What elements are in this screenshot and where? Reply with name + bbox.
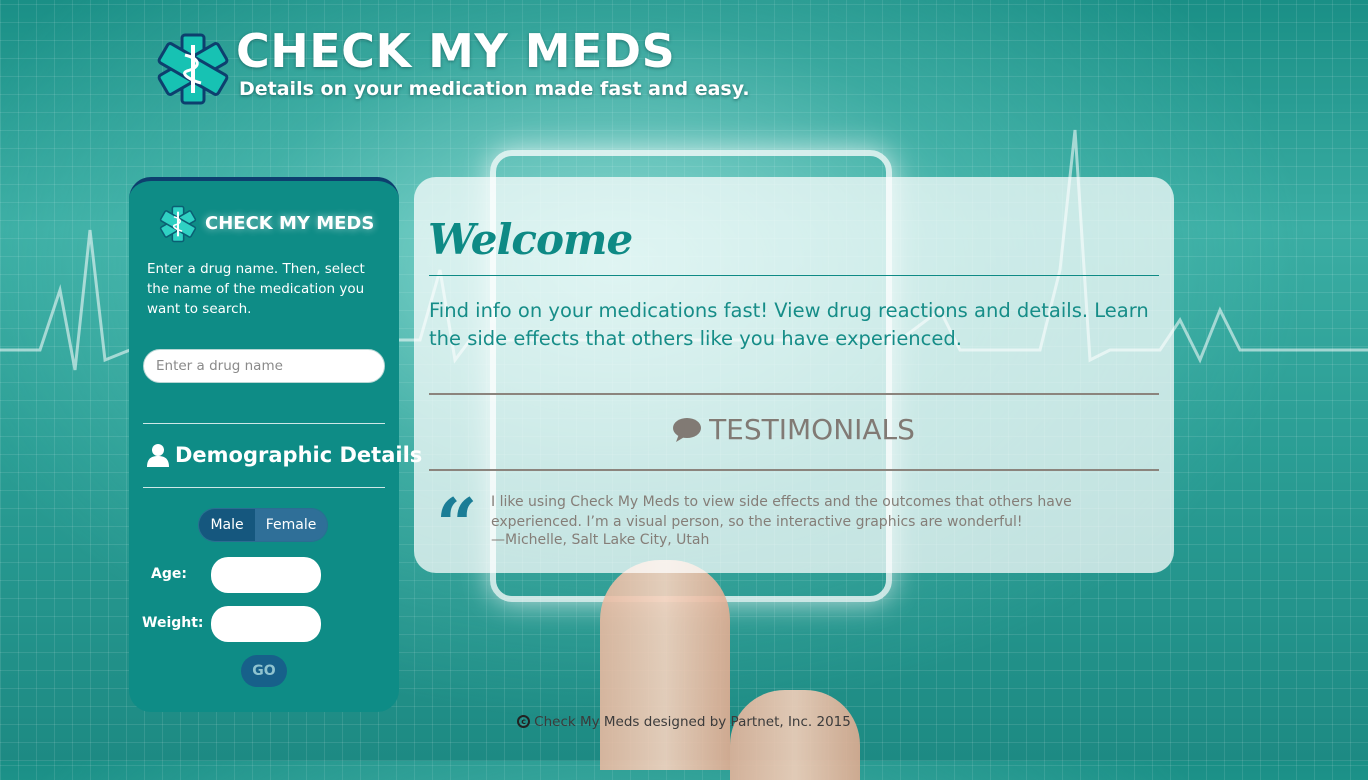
gender-toggle[interactable]: Male Female [198, 508, 328, 542]
footer: c Check My Meds designed by Partnet, Inc… [0, 712, 1368, 730]
quote-mark-icon: “ [436, 482, 478, 567]
weight-input[interactable] [211, 606, 321, 642]
user-icon [147, 444, 169, 467]
welcome-panel: Welcome Find info on your medications fa… [414, 177, 1174, 573]
gender-female-button[interactable]: Female [255, 509, 327, 541]
copyright-icon: c [517, 715, 531, 728]
gender-male-button[interactable]: Male [199, 509, 256, 541]
divider [429, 469, 1159, 471]
age-label: Age: [151, 566, 187, 582]
speech-bubble-icon [673, 417, 702, 442]
divider [429, 275, 1159, 276]
testimonial-author: —Michelle, Salt Lake City, Utah [491, 532, 710, 548]
sidebar-brand: CHECK MY MEDS [159, 205, 374, 245]
finger-image-2 [730, 690, 860, 780]
go-button[interactable]: GO [241, 655, 287, 687]
demographics-heading: Demographic Details [147, 441, 422, 471]
welcome-title: Welcome [428, 215, 633, 264]
sidebar-instructions: Enter a drug name. Then, select the name… [147, 261, 365, 317]
footer-text: Check My Meds designed by Partnet, Inc. … [534, 713, 851, 730]
weight-label: Weight: [142, 615, 204, 631]
search-sidebar: CHECK MY MEDS Enter a drug name. Then, s… [129, 177, 422, 712]
testimonials-heading: TESTIMONIALS [414, 413, 1174, 453]
site-tagline: Details on your medication made fast and… [239, 78, 750, 100]
sidebar-brand-text: CHECK MY MEDS [205, 213, 375, 234]
finger-image [600, 560, 730, 770]
divider [143, 423, 385, 424]
age-input[interactable] [211, 557, 321, 593]
demographics-title: Demographic Details [175, 443, 423, 467]
site-title: CHECK MY MEDS [236, 24, 676, 78]
testimonials-title: TESTIMONIALS [709, 413, 915, 446]
divider [429, 393, 1159, 395]
drug-name-input[interactable] [143, 349, 385, 383]
welcome-intro: Find info on your medications fast! View… [429, 299, 1149, 350]
testimonial-text: I like using Check My Meds to view side … [491, 494, 1072, 530]
star-of-life-logo-icon[interactable] [156, 32, 230, 106]
star-of-life-logo-icon [159, 205, 197, 243]
divider [143, 487, 385, 488]
